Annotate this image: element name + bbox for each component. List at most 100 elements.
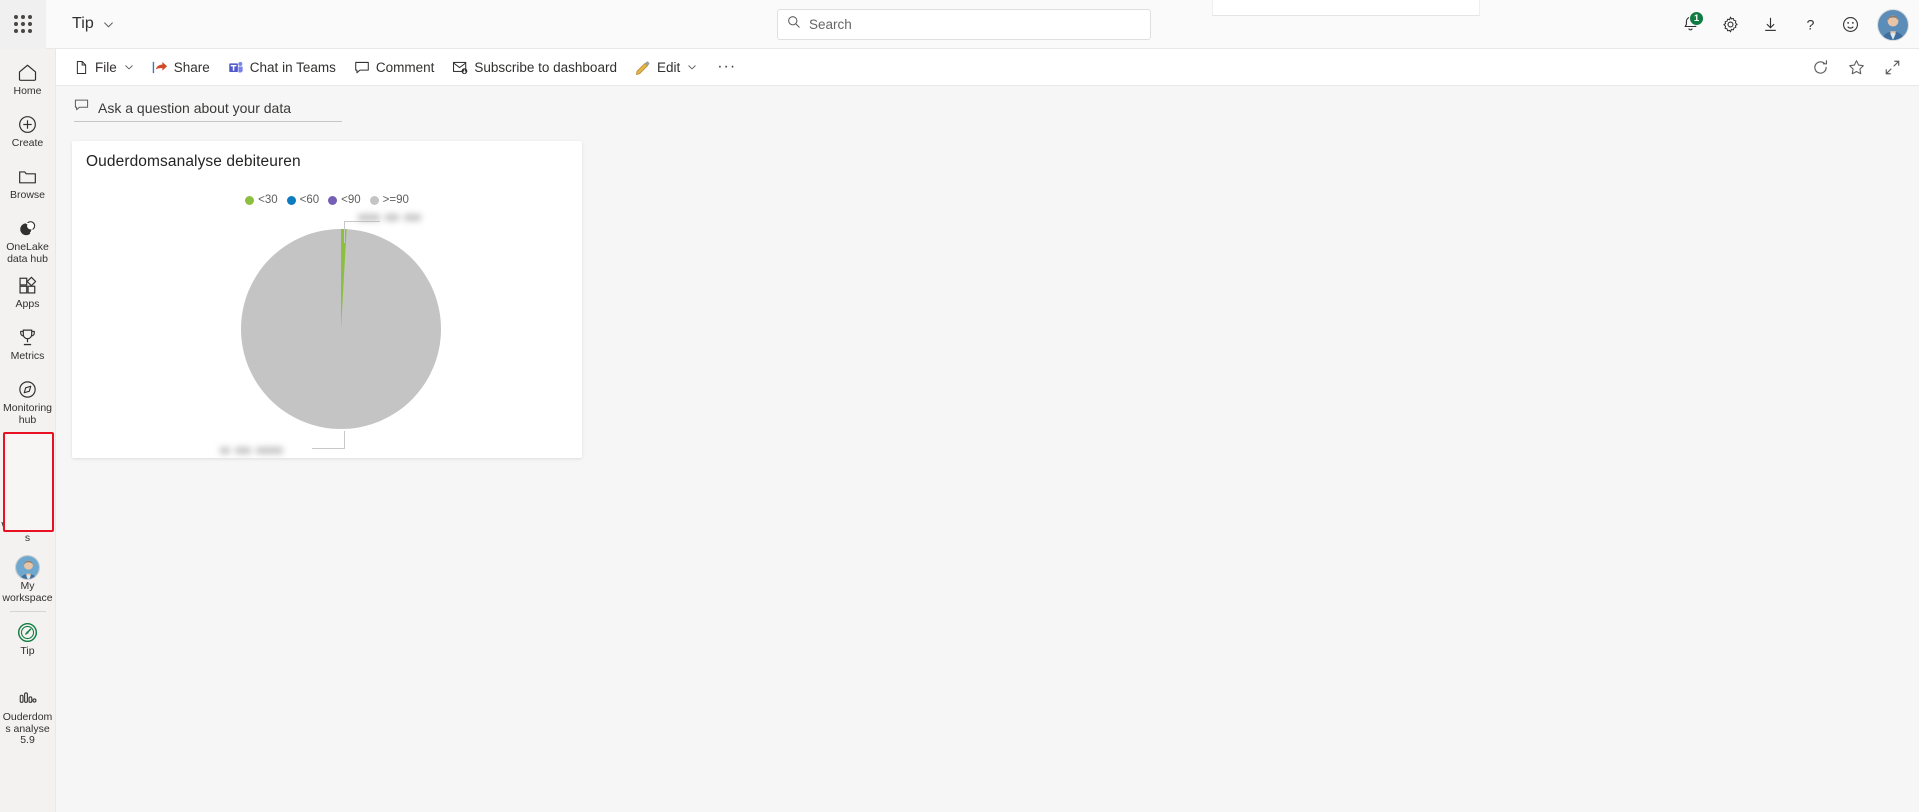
data-label-redacted-bottom bbox=[220, 447, 283, 454]
sidebar-item-learn[interactable]: Learn bbox=[0, 429, 56, 481]
chat-bubble-icon bbox=[74, 98, 89, 118]
legend-swatch-icon bbox=[286, 195, 296, 205]
sidebar-label: Tip bbox=[20, 645, 35, 657]
sidebar-item-tip[interactable]: Tip bbox=[0, 615, 56, 667]
file-icon bbox=[74, 60, 89, 75]
search-container bbox=[777, 9, 1151, 40]
command-bar-right bbox=[1799, 49, 1907, 86]
comment-button[interactable]: Comment bbox=[346, 52, 443, 82]
chat-in-teams-button[interactable]: Chat in Teams bbox=[220, 52, 344, 82]
comment-label: Comment bbox=[375, 59, 435, 75]
book-icon bbox=[17, 435, 38, 457]
sidebar-item-workspaces[interactable]: Workspaces bbox=[0, 490, 56, 547]
sidebar-divider-2 bbox=[9, 611, 46, 612]
legend-swatch-icon bbox=[245, 195, 255, 205]
leader-line-top bbox=[344, 221, 345, 243]
home-icon bbox=[17, 61, 38, 83]
sidebar-label: Ouderdoms analyse 5.9 bbox=[2, 711, 53, 746]
apps-grid-icon bbox=[17, 274, 38, 296]
sidebar-item-onelake-data-hub[interactable]: OneLake data hub bbox=[0, 211, 56, 268]
legend-label: <60 bbox=[299, 194, 320, 206]
chat-in-teams-label: Chat in Teams bbox=[249, 59, 336, 75]
sidebar-label: Monitoring hub bbox=[2, 402, 53, 426]
chart-legend: <30 <60 <90 >=90 bbox=[72, 194, 582, 206]
leader-line-bottom-h bbox=[312, 448, 345, 449]
downloads-button[interactable] bbox=[1750, 5, 1790, 45]
sidebar-item-create[interactable]: Create bbox=[0, 107, 56, 159]
search-box[interactable] bbox=[777, 9, 1151, 40]
brand-workspace-switcher[interactable]: Tip bbox=[72, 15, 114, 33]
search-icon bbox=[787, 15, 801, 34]
sidebar-divider bbox=[9, 486, 46, 487]
legend-item-0[interactable]: <30 bbox=[245, 194, 278, 206]
more-options-label: ··· bbox=[717, 58, 737, 75]
app-launcher-icon[interactable] bbox=[0, 0, 46, 49]
header-actions: 1 ? bbox=[1670, 0, 1919, 49]
legend-label: <30 bbox=[258, 194, 278, 206]
file-button[interactable]: File bbox=[66, 52, 142, 82]
search-input[interactable] bbox=[809, 17, 1141, 32]
left-navigation: Home Create Browse OneLake data hub Apps… bbox=[0, 49, 56, 812]
help-button[interactable]: ? bbox=[1790, 5, 1830, 45]
data-label-redacted-top bbox=[358, 214, 421, 221]
share-icon bbox=[152, 60, 168, 75]
sidebar-item-browse[interactable]: Browse bbox=[0, 159, 56, 211]
trophy-icon bbox=[17, 326, 38, 348]
qna-input[interactable]: Ask a question about your data bbox=[74, 94, 342, 122]
gauge-green-icon bbox=[16, 621, 39, 643]
sidebar-label: Metrics bbox=[10, 350, 45, 362]
chevron-down-icon bbox=[103, 19, 114, 30]
file-label: File bbox=[95, 59, 117, 75]
pie-chart-area[interactable] bbox=[72, 209, 582, 458]
feedback-button[interactable] bbox=[1830, 5, 1870, 45]
teams-icon bbox=[228, 60, 244, 75]
avatar[interactable] bbox=[1877, 8, 1909, 41]
sidebar-label: Home bbox=[13, 85, 42, 97]
sidebar-item-metrics[interactable]: Metrics bbox=[0, 320, 56, 372]
sidebar-label: Learn bbox=[14, 459, 41, 471]
legend-item-2[interactable]: <90 bbox=[328, 194, 361, 206]
subscribe-icon bbox=[452, 60, 468, 75]
sidebar-label: Create bbox=[11, 137, 44, 149]
user-avatar-icon bbox=[15, 554, 40, 580]
command-bar: File Share Chat in Teams Comment Subscri… bbox=[56, 49, 1919, 86]
favorite-button[interactable] bbox=[1841, 53, 1871, 83]
chevron-down-icon bbox=[124, 62, 134, 72]
comment-icon bbox=[354, 60, 370, 75]
legend-item-1[interactable]: <60 bbox=[286, 194, 320, 206]
onelake-icon bbox=[17, 217, 38, 239]
sidebar-item-monitoring-hub[interactable]: Monitoring hub bbox=[0, 372, 56, 429]
qna-placeholder: Ask a question about your data bbox=[98, 99, 292, 116]
dashboard-canvas: Ask a question about your data Ouderdoms… bbox=[56, 86, 1919, 812]
sidebar-label: OneLake data hub bbox=[6, 241, 49, 265]
sidebar-item-my-workspace[interactable]: My workspace bbox=[0, 547, 56, 607]
leader-line-bottom bbox=[344, 431, 345, 449]
notification-badge: 1 bbox=[1689, 10, 1704, 26]
share-label: Share bbox=[173, 59, 210, 75]
legend-label: <90 bbox=[341, 194, 361, 206]
header-popover-panel bbox=[1212, 0, 1480, 16]
sidebar-item-ouderdoms-analyse[interactable]: Ouderdoms analyse 5.9 bbox=[0, 681, 56, 750]
sidebar-item-home[interactable]: Home bbox=[0, 55, 56, 107]
edit-button[interactable]: Edit bbox=[627, 52, 705, 82]
sidebar-item-apps[interactable]: Apps bbox=[0, 268, 56, 320]
dashboard-tile[interactable]: Ouderdomsanalyse debiteuren <30 <60 <90 … bbox=[72, 141, 582, 458]
more-options-button[interactable]: ··· bbox=[707, 52, 746, 82]
brand-title: Tip bbox=[72, 15, 94, 32]
settings-button[interactable] bbox=[1710, 5, 1750, 45]
legend-swatch-icon bbox=[369, 195, 379, 205]
share-button[interactable]: Share bbox=[144, 52, 218, 82]
sidebar-label: Workspaces bbox=[1, 520, 54, 544]
legend-item-3[interactable]: >=90 bbox=[369, 194, 409, 206]
edit-label: Edit bbox=[656, 59, 681, 75]
subscribe-to-dashboard-button[interactable]: Subscribe to dashboard bbox=[444, 52, 625, 82]
refresh-button[interactable] bbox=[1805, 53, 1835, 83]
fullscreen-button[interactable] bbox=[1877, 53, 1907, 83]
subscribe-to-dashboard-label: Subscribe to dashboard bbox=[474, 59, 617, 75]
svg-text:?: ? bbox=[1806, 17, 1814, 33]
chevron-down-icon bbox=[687, 62, 697, 72]
notifications-button[interactable]: 1 bbox=[1670, 5, 1710, 45]
sidebar-label: Browse bbox=[9, 189, 45, 201]
pie-chart[interactable] bbox=[238, 226, 444, 432]
folder-icon bbox=[17, 165, 38, 187]
